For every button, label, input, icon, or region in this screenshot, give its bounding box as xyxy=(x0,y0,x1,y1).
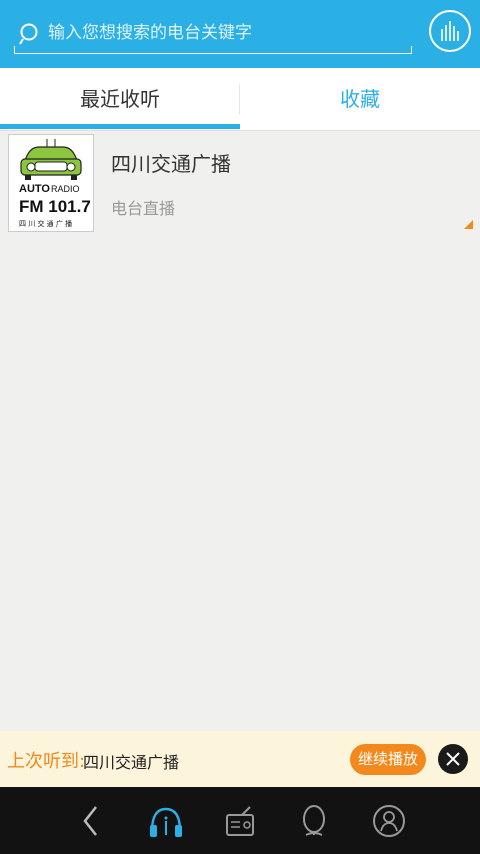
headphones-icon xyxy=(150,807,182,837)
logo-station-text: 四 川 交 通 广 播 xyxy=(19,219,72,228)
tab-favorites[interactable]: 收藏 xyxy=(240,68,480,130)
voice-button[interactable] xyxy=(429,10,471,52)
bottom-navigation xyxy=(0,787,480,854)
station-title: 四川交通广播 xyxy=(111,152,231,176)
close-banner-button[interactable] xyxy=(438,744,468,774)
logo-auto-text: AUTO xyxy=(19,183,50,195)
tab-recent[interactable]: 最近收听 xyxy=(0,68,240,130)
station-logo: AUTO RADIO FM 101.7 四 川 交 通 广 播 xyxy=(8,134,94,232)
nav-user[interactable] xyxy=(369,801,409,841)
tab-bar: 最近收听 收藏 xyxy=(0,68,480,131)
radio-icon xyxy=(226,806,254,836)
continue-play-button[interactable]: 继续播放 xyxy=(350,744,426,775)
last-played-station: 四川交通广播 xyxy=(83,753,180,772)
logo-fm-text: FM 101.7 xyxy=(19,197,91,216)
back-icon xyxy=(83,806,97,836)
nav-headphones[interactable] xyxy=(146,801,186,841)
tab-active-indicator xyxy=(0,124,240,129)
voice-equalizer-icon xyxy=(441,21,459,41)
nav-back[interactable] xyxy=(71,801,111,841)
header-bar xyxy=(0,0,480,68)
search-bar[interactable] xyxy=(14,14,412,54)
nav-radio[interactable] xyxy=(220,801,260,841)
tab-divider xyxy=(239,84,240,114)
search-input[interactable] xyxy=(48,20,398,46)
nav-globe[interactable] xyxy=(294,801,334,841)
list-item[interactable]: AUTO RADIO FM 101.7 四 川 交 通 广 播 四川交通广播 电… xyxy=(0,130,480,238)
last-played-banner: 上次听到: 四川交通广播 继续播放 xyxy=(0,731,480,787)
corner-marker-icon xyxy=(464,220,473,229)
globe-icon xyxy=(303,805,325,836)
close-icon xyxy=(446,752,460,766)
logo-radio-text: RADIO xyxy=(51,184,80,194)
car-radio-logo-icon: AUTO RADIO FM 101.7 四 川 交 通 广 播 xyxy=(19,139,91,228)
last-played-label: 上次听到: xyxy=(7,751,86,772)
station-subtitle: 电台直播 xyxy=(111,199,176,218)
search-icon xyxy=(19,23,38,45)
user-icon xyxy=(373,805,405,837)
search-underline xyxy=(14,46,412,54)
